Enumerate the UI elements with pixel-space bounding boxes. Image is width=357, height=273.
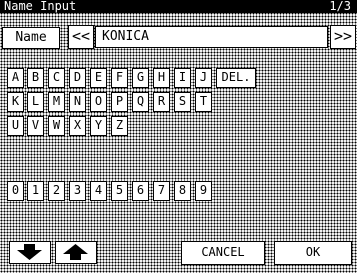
key-v[interactable]: V (27, 116, 44, 136)
key-a[interactable]: A (7, 68, 24, 88)
key-7[interactable]: 7 (153, 181, 170, 201)
key-o[interactable]: O (90, 92, 107, 112)
key-u[interactable]: U (7, 116, 24, 136)
name-field-label: Name (2, 27, 60, 49)
down-arrow-icon (17, 244, 42, 260)
key-8[interactable]: 8 (174, 181, 191, 201)
name-input-field[interactable]: KONICA (95, 26, 328, 48)
key-n[interactable]: N (69, 92, 86, 112)
key-h[interactable]: H (153, 68, 170, 88)
scroll-up-button[interactable] (55, 241, 97, 264)
key-2[interactable]: 2 (48, 181, 65, 201)
key-b[interactable]: B (27, 68, 44, 88)
key-t[interactable]: T (195, 92, 212, 112)
prev-page-button[interactable]: << (68, 25, 94, 49)
next-page-button[interactable]: >> (330, 25, 356, 49)
key-3[interactable]: 3 (69, 181, 86, 201)
key-5[interactable]: 5 (111, 181, 128, 201)
cancel-button[interactable]: CANCEL (181, 241, 265, 265)
key-c[interactable]: C (48, 68, 65, 88)
key-g[interactable]: G (132, 68, 149, 88)
key-l[interactable]: L (27, 92, 44, 112)
key-j[interactable]: J (195, 68, 212, 88)
key-9[interactable]: 9 (195, 181, 212, 201)
key-p[interactable]: P (111, 92, 128, 112)
name-input-screen: Name Input 1/3 Name << KONICA >> A B C D… (0, 0, 357, 273)
key-k[interactable]: K (7, 92, 24, 112)
key-e[interactable]: E (90, 68, 107, 88)
key-i[interactable]: I (174, 68, 191, 88)
key-d[interactable]: D (69, 68, 86, 88)
key-q[interactable]: Q (132, 92, 149, 112)
key-r[interactable]: R (153, 92, 170, 112)
key-0[interactable]: 0 (7, 181, 24, 201)
title-bar: Name Input 1/3 (0, 0, 357, 13)
key-z[interactable]: Z (111, 116, 128, 136)
key-x[interactable]: X (69, 116, 86, 136)
key-f[interactable]: F (111, 68, 128, 88)
scroll-down-button[interactable] (9, 241, 51, 264)
key-4[interactable]: 4 (90, 181, 107, 201)
page-indicator: 1/3 (329, 0, 351, 13)
key-w[interactable]: W (48, 116, 65, 136)
delete-button[interactable]: DEL. (216, 68, 256, 88)
key-y[interactable]: Y (90, 116, 107, 136)
up-arrow-icon (63, 244, 88, 260)
key-1[interactable]: 1 (27, 181, 44, 201)
key-s[interactable]: S (174, 92, 191, 112)
key-m[interactable]: M (48, 92, 65, 112)
key-6[interactable]: 6 (132, 181, 149, 201)
ok-button[interactable]: OK (274, 241, 352, 265)
screen-title: Name Input (4, 0, 77, 13)
